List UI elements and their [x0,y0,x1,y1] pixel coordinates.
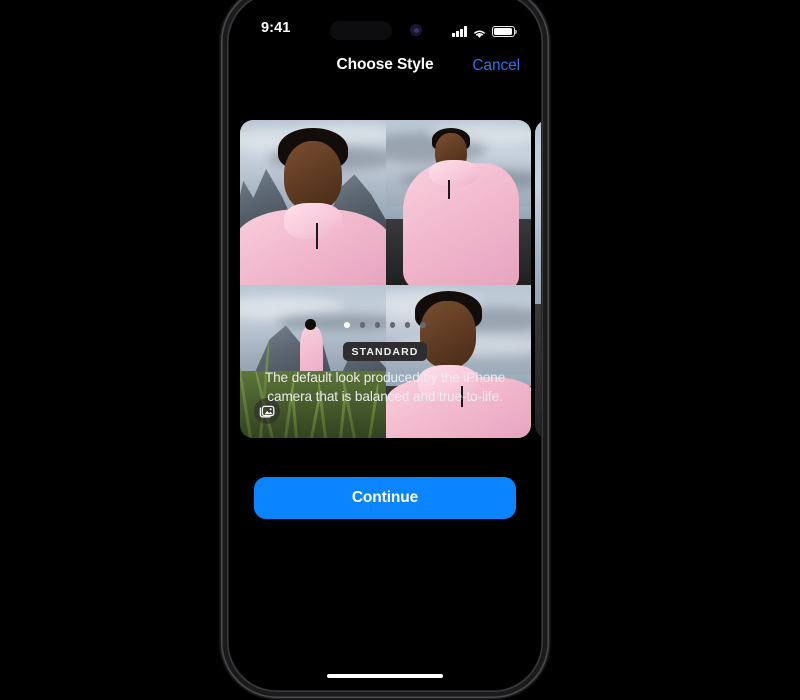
page-dot-5[interactable] [404,322,411,328]
preview-photo-1 [240,120,386,286]
home-indicator[interactable] [327,673,443,678]
screenshot-root: 9:41 Choose Style Cancel STANDARD The de… [0,0,800,700]
preview-photo-3 [240,285,386,438]
status-time: 9:41 [261,20,291,36]
page-dot-1[interactable] [344,322,351,328]
page-dot-6[interactable] [419,322,426,328]
style-name-badge: STANDARD [342,342,428,361]
dynamic-island [330,21,392,40]
carousel-page-dots[interactable] [229,322,541,328]
page-dot-4[interactable] [389,322,396,328]
preview-photo-2 [385,120,531,286]
style-description: The default look produced by the iPhone … [264,370,506,404]
cellular-signal-icon [452,26,467,37]
navigation-bar: Choose Style Cancel [229,54,541,84]
camera-indicator-icon [410,24,422,36]
status-bar: 9:41 [229,20,541,42]
wifi-icon [472,26,487,38]
phone-screen: 9:41 Choose Style Cancel STANDARD The de… [229,0,541,690]
style-preview-card-next[interactable] [535,120,541,438]
page-dot-2[interactable] [359,322,366,328]
style-name-row: STANDARD [229,342,541,361]
status-icons [452,22,518,38]
cancel-button[interactable]: Cancel [472,57,520,75]
continue-button[interactable]: Continue [254,477,516,519]
page-dot-3[interactable] [374,322,381,328]
preview-photo-4 [385,285,531,438]
battery-full-icon [492,25,518,37]
